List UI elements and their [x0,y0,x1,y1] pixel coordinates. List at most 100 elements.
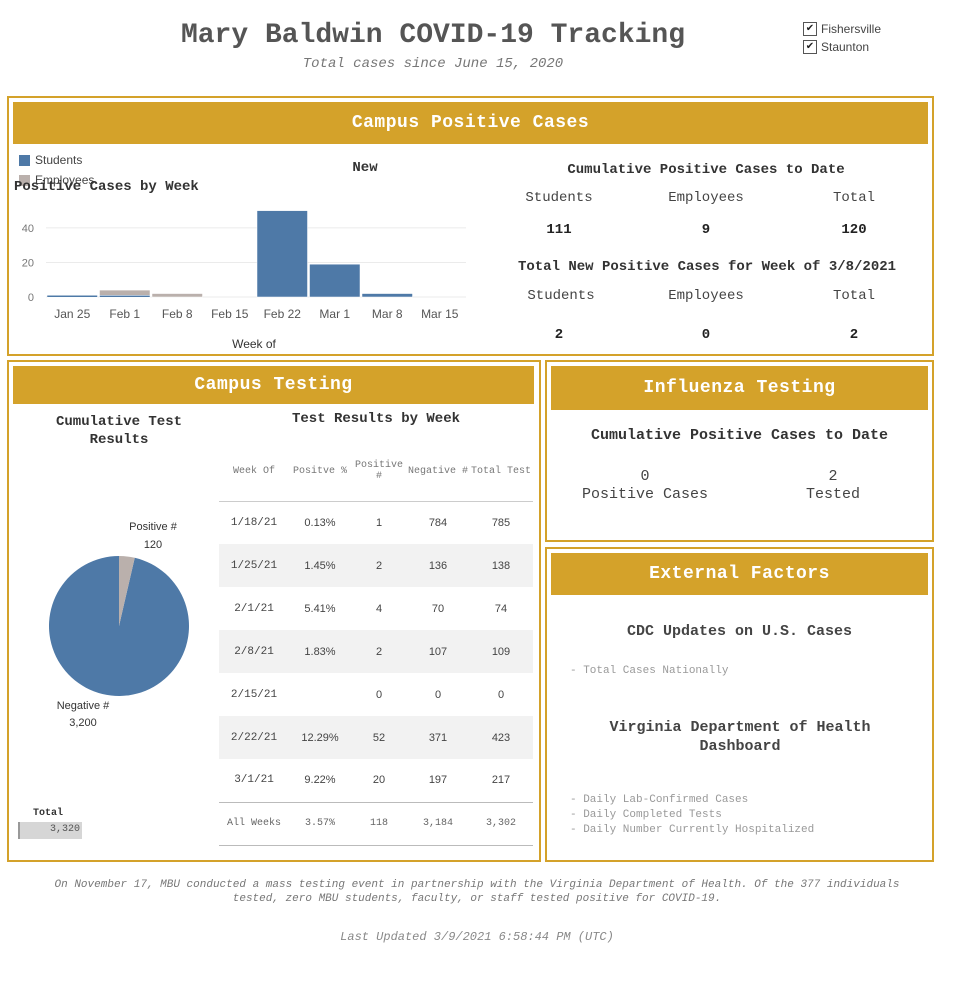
negative-count-cell: 0 [434,688,442,701]
negative-count-cell: 107 [407,630,469,673]
influenza-positive-label: Positive Cases [581,486,709,503]
influenza-banner: Influenza Testing [551,366,928,410]
bar-employees[interactable] [151,293,203,298]
page-subtitle: Total cases since June 15, 2020 [302,56,564,72]
filter-staunton[interactable]: ✔ Staunton [803,40,869,54]
x-tick-label: Feb 8 [162,307,193,321]
last-updated: Last Updated 3/9/2021 6:58:44 PM (UTC) [340,930,614,944]
table-row: 3/1/21 9.22% 20 197 217 [219,759,533,802]
legend-label: Students [35,153,83,167]
bar-employees[interactable] [99,289,151,296]
negative-count-cell: 70 [431,602,445,615]
total-test-cell: 138 [469,544,533,587]
table-row: 2/8/21 1.83% 2 107 109 [219,630,533,673]
bar-students[interactable] [256,210,308,298]
total-tests-label: Total [33,808,64,819]
test-results-table: Week Of Positve % Positive # Negative # … [219,442,533,846]
positive-count-cell: 1 [375,516,383,529]
week-cell: 1/18/21 [230,516,278,529]
positive-pct-cell: 5.41% [304,602,336,615]
column-header: Total Test [469,442,533,502]
x-tick-label: Mar 15 [421,307,459,321]
vdh-link-completed-tests[interactable]: - Daily Completed Tests [570,809,722,821]
vdh-link-hospitalized[interactable]: - Daily Number Currently Hospitalized [570,824,814,836]
weekly-cases-title: Total New Positive Cases for Week of 3/8… [517,259,897,275]
positive-pct-cell: 0.13% [304,516,336,529]
cumulative-total-value: 120 [841,222,867,238]
week-cell: 2/22/21 [219,716,289,759]
pie-title: Cumulative Test Results [55,414,183,448]
positive-count-cell: 52 [351,716,407,759]
checkbox-checked-icon[interactable]: ✔ [803,40,817,54]
legend-swatch [19,154,30,166]
filter-fishersville[interactable]: ✔ Fishersville [803,22,881,36]
positive-pct-cell: 1.45% [289,544,351,587]
bar-students[interactable] [99,295,151,298]
chart-title-new: New [352,160,378,176]
pie-positive-label: Positive # [129,521,177,533]
external-banner: External Factors [551,553,928,595]
positive-pct-cell: 9.22% [304,774,336,787]
legend-item-students[interactable]: Students [19,153,82,167]
week-cell: All Weeks [219,801,289,846]
x-tick-label: Mar 1 [319,307,350,321]
table-row: 1/25/21 1.45% 2 136 138 [219,544,533,587]
negative-count-cell: 136 [407,544,469,587]
column-header: Negative # [407,442,469,502]
positive-pct-cell: 1.83% [289,630,351,673]
cumulative-students-value: 111 [546,222,572,238]
negative-count-cell: 197 [428,774,448,787]
influenza-tested-value: 2 [828,468,838,485]
positive-pct-cell [289,673,351,716]
total-tests-value: 3,320 [49,824,80,835]
negative-count-cell: 784 [428,516,448,529]
table-row: 2/22/21 12.29% 52 371 423 [219,716,533,759]
cumulative-cases-title: Cumulative Positive Cases to Date [567,162,845,178]
checkbox-checked-icon[interactable]: ✔ [803,22,817,36]
influenza-positive-value: 0 [640,468,650,485]
column-header: Positve % [289,442,351,502]
table-header-row: Week Of Positve % Positive # Negative # … [219,442,533,502]
week-total-label: Total [832,288,875,304]
negative-count-cell: 371 [407,716,469,759]
week-students-value: 2 [554,327,564,343]
table-total-row: All Weeks 3.57% 118 3,184 3,302 [219,801,533,846]
x-axis-title: Week of [232,337,276,351]
vdh-link-lab-confirmed[interactable]: - Daily Lab-Confirmed Cases [570,794,748,806]
week-cell: 3/1/21 [234,774,274,787]
table-title: Test Results by Week [291,411,461,427]
bar-students[interactable] [46,295,98,298]
x-tick-label: Feb 22 [264,307,302,321]
x-tick-label: Jan 25 [54,307,90,321]
bar-students[interactable] [309,263,361,298]
filter-label: Staunton [821,40,870,54]
pie-negative-value: 3,200 [69,717,97,729]
week-cell: 2/8/21 [219,630,289,673]
footer-note: On November 17, MBU conducted a mass tes… [54,879,900,905]
cumulative-students-label: Students [525,190,593,206]
total-test-cell: 109 [469,630,533,673]
total-test-cell: 0 [497,688,505,701]
filter-label: Fishersville [821,22,882,36]
chart-title: Positive Cases by Week [14,179,199,195]
negative-count-cell: 3,184 [407,801,469,846]
week-cell: 2/1/21 [234,602,274,615]
test-results-pie [49,556,190,696]
total-test-cell: 74 [494,602,508,615]
positive-count-cell: 118 [351,801,407,846]
positive-count-cell: 20 [372,774,386,787]
influenza-tested-label: Tested [805,486,860,503]
total-test-cell: 217 [491,774,511,787]
pie-negative-label: Negative # [56,700,110,712]
column-header: Positive # [351,442,407,502]
cumulative-total-label: Total [832,190,875,206]
y-tick-label: 40 [22,223,34,235]
positive-count-cell: 0 [375,688,383,701]
week-employees-value: 0 [701,327,711,343]
x-tick-label: Mar 8 [372,307,403,321]
table-row: 1/18/21 0.13% 1 784 785 [219,501,533,544]
bar-students[interactable] [361,293,413,298]
y-tick-label: 20 [22,257,34,269]
column-header: Week Of [219,442,289,502]
cdc-link-total-cases[interactable]: - Total Cases Nationally [570,665,728,677]
